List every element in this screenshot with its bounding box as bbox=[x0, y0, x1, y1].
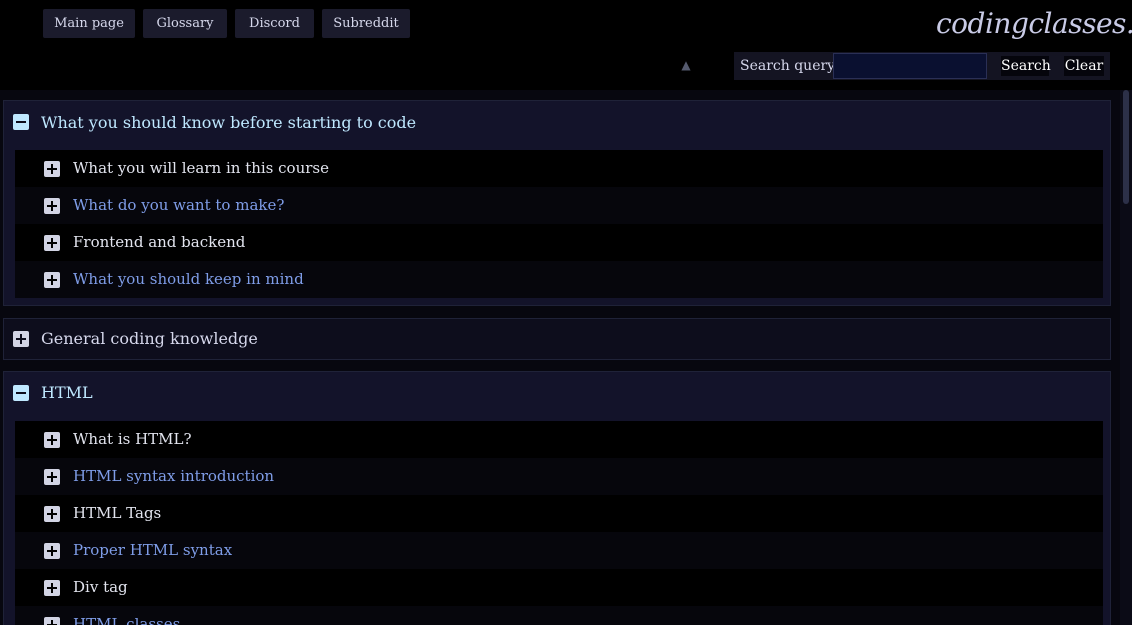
plus-square-icon[interactable] bbox=[13, 331, 29, 347]
list-item[interactable]: What is HTML? bbox=[15, 421, 1103, 458]
list-item[interactable]: HTML classes bbox=[15, 606, 1103, 625]
scrollbar-thumb[interactable] bbox=[1123, 90, 1129, 204]
list-item-label[interactable]: Frontend and backend bbox=[73, 224, 245, 261]
minus-square-icon[interactable] bbox=[13, 114, 29, 130]
plus-square-icon[interactable] bbox=[44, 432, 60, 448]
list-item[interactable]: Proper HTML syntax bbox=[15, 532, 1103, 569]
nav-button-discord[interactable]: Discord bbox=[235, 9, 314, 38]
list-item[interactable]: HTML Tags bbox=[15, 495, 1103, 532]
minus-square-icon[interactable] bbox=[13, 385, 29, 401]
section-header[interactable]: HTML bbox=[4, 372, 1110, 414]
clear-button[interactable]: Clear bbox=[1064, 56, 1104, 76]
plus-square-icon[interactable] bbox=[44, 580, 60, 596]
list-item[interactable]: What you should keep in mind bbox=[15, 261, 1103, 298]
plus-square-icon[interactable] bbox=[44, 617, 60, 625]
top-bar: Main page Glossary Discord Subreddit cod… bbox=[0, 0, 1132, 90]
list-item[interactable]: What do you want to make? bbox=[15, 187, 1103, 224]
list-item-label[interactable]: HTML Tags bbox=[73, 495, 161, 532]
plus-square-icon[interactable] bbox=[44, 469, 60, 485]
section-title[interactable]: General coding knowledge bbox=[41, 319, 258, 359]
section-header[interactable]: What you should know before starting to … bbox=[4, 101, 1110, 145]
search-input[interactable] bbox=[833, 53, 987, 79]
plus-square-icon[interactable] bbox=[44, 235, 60, 251]
plus-square-icon[interactable] bbox=[44, 161, 60, 177]
nav-button-glossary[interactable]: Glossary bbox=[143, 9, 227, 38]
scrollbar[interactable] bbox=[1120, 90, 1132, 625]
list-item-label[interactable]: What you will learn in this course bbox=[73, 150, 329, 187]
plus-square-icon[interactable] bbox=[44, 506, 60, 522]
plus-square-icon[interactable] bbox=[44, 272, 60, 288]
site-logo[interactable]: codingclasses.cc bbox=[936, 2, 1132, 46]
list-item-label[interactable]: HTML syntax introduction bbox=[73, 458, 274, 495]
section-before-coding: What you should know before starting to … bbox=[3, 100, 1111, 306]
list-item-label[interactable]: What you should keep in mind bbox=[73, 261, 304, 298]
list-item-label[interactable]: What do you want to make? bbox=[73, 187, 284, 224]
section-title[interactable]: What you should know before starting to … bbox=[41, 101, 416, 145]
search-label: Search query: bbox=[740, 58, 840, 74]
plus-square-icon[interactable] bbox=[44, 198, 60, 214]
list-item-label[interactable]: Proper HTML syntax bbox=[73, 532, 232, 569]
section-html: HTML What is HTML? HTML syntax introduct… bbox=[3, 371, 1111, 625]
section-general-coding: General coding knowledge bbox=[3, 318, 1111, 360]
list-item-label[interactable]: What is HTML? bbox=[73, 421, 192, 458]
section-title[interactable]: HTML bbox=[41, 372, 93, 414]
course-content: What you should know before starting to … bbox=[0, 90, 1120, 625]
section-header[interactable]: General coding knowledge bbox=[4, 319, 1110, 359]
search-button[interactable]: Search bbox=[1001, 56, 1051, 76]
search-bar: Search query: Search Clear bbox=[734, 52, 1110, 80]
nav-button-subreddit[interactable]: Subreddit bbox=[322, 9, 410, 38]
list-item[interactable]: What you will learn in this course bbox=[15, 150, 1103, 187]
list-item-label[interactable]: HTML classes bbox=[73, 606, 180, 625]
list-item[interactable]: HTML syntax introduction bbox=[15, 458, 1103, 495]
list-item[interactable]: Div tag bbox=[15, 569, 1103, 606]
nav-button-main-page[interactable]: Main page bbox=[43, 9, 135, 38]
plus-square-icon[interactable] bbox=[44, 543, 60, 559]
caret-up-icon[interactable]: ▲ bbox=[679, 58, 693, 72]
list-item[interactable]: Frontend and backend bbox=[15, 224, 1103, 261]
list-item-label[interactable]: Div tag bbox=[73, 569, 128, 606]
